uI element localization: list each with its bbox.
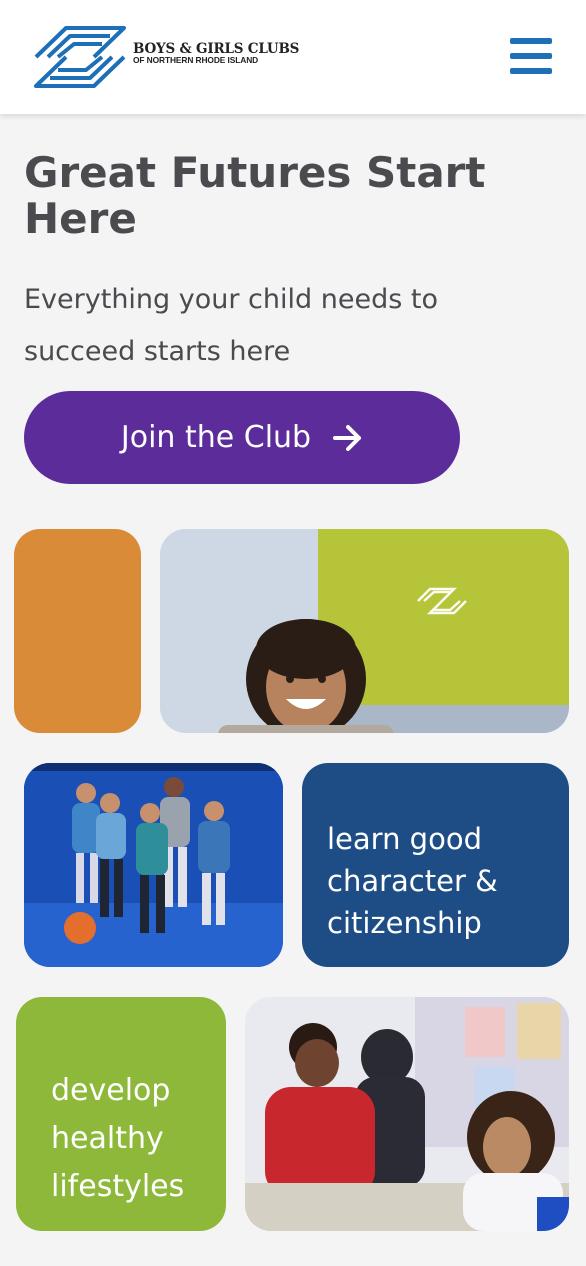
hamburger-menu-icon[interactable] <box>506 36 554 78</box>
kids-playing-gym-photo <box>24 763 283 967</box>
kids-playing-game-photo <box>245 997 569 1231</box>
menu-bar <box>510 53 552 59</box>
healthy-lifestyles-tile: develop healthy lifestyles <box>16 997 226 1231</box>
site-header: BOYS & GIRLS CLUBS OF NORTHERN RHODE ISL… <box>0 0 586 114</box>
logo-subtitle: OF NORTHERN RHODE ISLAND <box>133 55 259 65</box>
join-button-label: Join the Club <box>120 420 312 455</box>
character-tile-text: learn good character & citizenship <box>327 822 498 940</box>
hero-title: Great Futures Start Here <box>24 148 486 243</box>
menu-bar <box>510 38 552 44</box>
join-the-club-button[interactable]: Join the Club <box>24 391 460 484</box>
smiling-child-photo <box>160 529 569 733</box>
arrow-right-icon <box>333 424 363 452</box>
healthy-tile-text: develop healthy lifestyles <box>51 1073 185 1204</box>
bgc-logo[interactable]: BOYS & GIRLS CLUBS OF NORTHERN RHODE ISL… <box>32 26 302 88</box>
hero-subtitle: Everything your child needs to succeed s… <box>24 284 438 367</box>
character-citizenship-tile: learn good character & citizenship <box>302 763 569 967</box>
orange-color-tile <box>14 529 141 733</box>
bgc-hands-logo-icon <box>34 26 126 88</box>
menu-bar <box>510 68 552 74</box>
